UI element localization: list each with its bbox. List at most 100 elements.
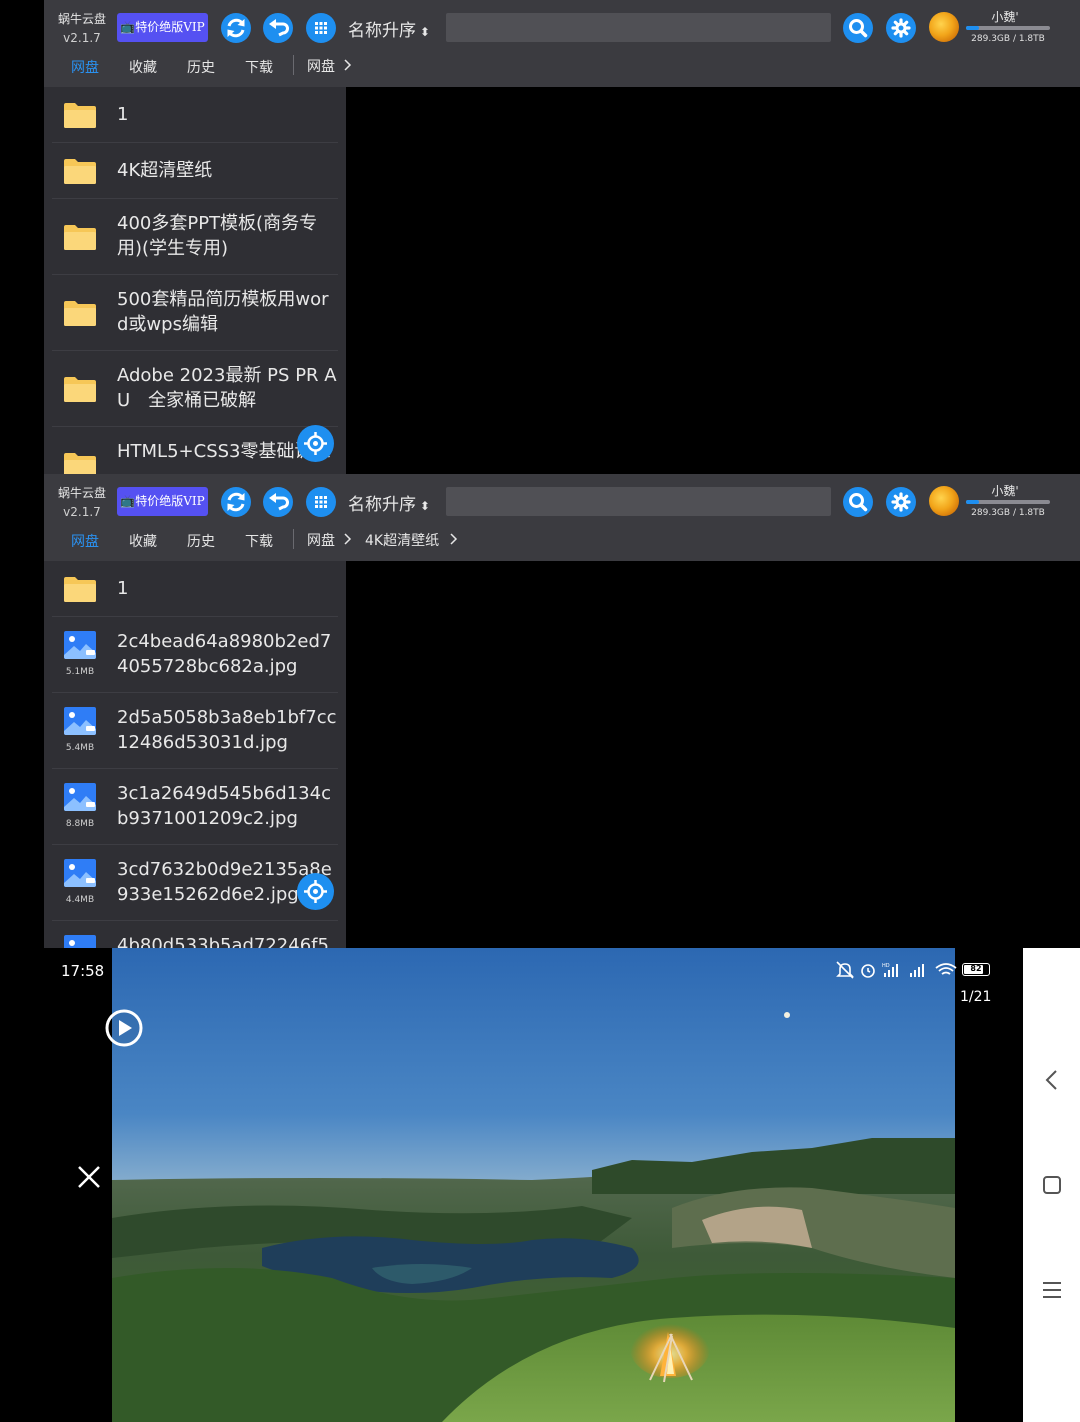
folder-icon: [64, 159, 96, 184]
list-item[interactable]: 8.8MB 3c1a2649d545b6d134cb9371001209c2.j…: [44, 769, 346, 845]
tab-downloads[interactable]: 下载: [245, 57, 273, 77]
settings-button[interactable]: [886, 13, 916, 43]
tab-history[interactable]: 历史: [187, 531, 215, 551]
folder-icon: [64, 577, 96, 602]
crosshair-icon: [304, 880, 327, 903]
refresh-icon: [227, 18, 245, 38]
photo-counter: 1/21: [960, 989, 992, 1005]
wifi-icon: [935, 963, 957, 975]
image-file-icon: [64, 859, 96, 887]
chevron-right-icon: [344, 533, 352, 545]
folder-icon: [64, 301, 96, 326]
settings-button[interactable]: [886, 487, 916, 517]
system-nav-bar: [1023, 948, 1080, 1422]
list-item[interactable]: 1: [44, 87, 346, 143]
storage-text: 289.3GB / 1.8TB: [971, 34, 1045, 44]
app-version: v2.1.7: [63, 31, 101, 45]
tab-netdisk[interactable]: 网盘: [71, 531, 99, 551]
image-file-icon: [64, 707, 96, 735]
gear-icon: [891, 492, 911, 512]
vip-button[interactable]: 📺特价绝版VIP: [117, 13, 208, 42]
folder-icon: [64, 377, 96, 402]
search-input[interactable]: [446, 13, 831, 42]
close-icon: [78, 1166, 100, 1188]
home-square-icon: [1043, 1176, 1061, 1194]
sort-selector[interactable]: 名称升序 ⬍: [348, 16, 430, 41]
list-item[interactable]: 1: [44, 561, 346, 617]
signal-icon: [910, 964, 924, 977]
user-name: 小魏': [991, 10, 1019, 24]
grid-view-button[interactable]: [306, 487, 336, 517]
menu-icon: [1043, 1282, 1061, 1298]
breadcrumb-folder[interactable]: 4K超清壁纸: [365, 530, 439, 550]
search-icon: [849, 19, 868, 38]
list-item[interactable]: 4K超清壁纸: [44, 143, 346, 199]
search-icon: [849, 493, 868, 512]
file-size: 4.4MB: [65, 895, 95, 905]
grid-view-button[interactable]: [306, 13, 336, 43]
screen: 蜗牛云盘 v2.1.7 📺特价绝版VIP 名称升序 ⬍ 小魏' 289.3GB …: [0, 0, 1080, 1422]
user-avatar[interactable]: [929, 12, 959, 42]
vip-button[interactable]: 📺特价绝版VIP: [117, 487, 208, 516]
nav-home-button[interactable]: [1039, 1172, 1065, 1198]
close-button[interactable]: [76, 1164, 102, 1190]
storage-bar: [966, 26, 1050, 30]
nav-menu-button[interactable]: [1039, 1277, 1065, 1303]
undo-icon: [269, 493, 289, 511]
app-name: 蜗牛云盘: [57, 12, 106, 26]
back-button[interactable]: [263, 487, 293, 517]
user-avatar[interactable]: [929, 486, 959, 516]
back-arrow-icon: [1045, 1070, 1057, 1090]
breadcrumb-root[interactable]: 网盘: [307, 530, 335, 550]
chevron-right-icon: [450, 533, 458, 545]
grid-icon: [315, 22, 327, 34]
nav-back-button[interactable]: [1039, 1067, 1065, 1093]
locate-button[interactable]: [297, 873, 334, 910]
cloud-pane-root: 蜗牛云盘 v2.1.7 📺特价绝版VIP 名称升序 ⬍ 小魏' 289.3GB …: [0, 0, 1080, 474]
list-item[interactable]: 400多套PPT模板(商务专用)(学生专用): [44, 199, 346, 275]
search-input[interactable]: [446, 487, 831, 516]
tab-history[interactable]: 历史: [187, 57, 215, 77]
image-file-icon: [64, 935, 96, 948]
refresh-button[interactable]: [221, 487, 251, 517]
battery-indicator: 82: [962, 963, 990, 976]
sort-selector[interactable]: 名称升序 ⬍: [348, 490, 430, 515]
sort-arrows-icon: ⬍: [416, 25, 430, 39]
tab-favorites[interactable]: 收藏: [129, 531, 157, 551]
folder-icon: [64, 453, 96, 474]
tab-netdisk[interactable]: 网盘: [71, 57, 99, 77]
crosshair-icon: [304, 432, 327, 455]
back-button[interactable]: [263, 13, 293, 43]
play-button[interactable]: [104, 1008, 144, 1048]
landscape-photo[interactable]: [112, 948, 955, 1422]
locate-button[interactable]: [297, 425, 334, 462]
list-item[interactable]: 500套精品简历模板用word或wps编辑: [44, 275, 346, 351]
signal-hd-icon: HD: [882, 963, 898, 977]
search-button[interactable]: [843, 13, 873, 43]
app-version: v2.1.7: [63, 505, 101, 519]
cloud-pane-folder: 蜗牛云盘 v2.1.7 📺特价绝版VIP 名称升序 ⬍ 小魏' 289.3GB …: [0, 474, 1080, 948]
gear-icon: [891, 18, 911, 38]
app-brand: 蜗牛云盘 v2.1.7: [56, 484, 108, 519]
file-size: 5.1MB: [65, 667, 95, 677]
refresh-icon: [227, 492, 245, 512]
search-button[interactable]: [843, 487, 873, 517]
list-item[interactable]: 5.4MB 2d5a5058b3a8eb1bf7cc12486d53031d.j…: [44, 693, 346, 769]
file-size: 8.8MB: [65, 819, 95, 829]
list-item[interactable]: Adobe 2023最新 PS PR AU 全家桶已破解: [44, 351, 346, 427]
sort-arrows-icon: ⬍: [416, 499, 430, 513]
status-icons: HD: [836, 961, 957, 979]
tv-icon: 📺: [120, 20, 136, 34]
list-item[interactable]: 4b80d533b5ad72246f5: [44, 921, 346, 948]
list-item[interactable]: 5.1MB 2c4bead64a8980b2ed74055728bc682a.j…: [44, 617, 346, 693]
tab-downloads[interactable]: 下载: [245, 531, 273, 551]
undo-icon: [269, 19, 289, 37]
tab-favorites[interactable]: 收藏: [129, 57, 157, 77]
breadcrumb-root[interactable]: 网盘: [307, 56, 335, 76]
refresh-button[interactable]: [221, 13, 251, 43]
file-list: 1 5.1MB 2c4bead64a8980b2ed74055728bc682a…: [44, 561, 346, 948]
file-size: 5.4MB: [65, 743, 95, 753]
image-file-icon: [64, 631, 96, 659]
folder-icon: [64, 103, 96, 128]
storage-bar: [966, 500, 1050, 504]
